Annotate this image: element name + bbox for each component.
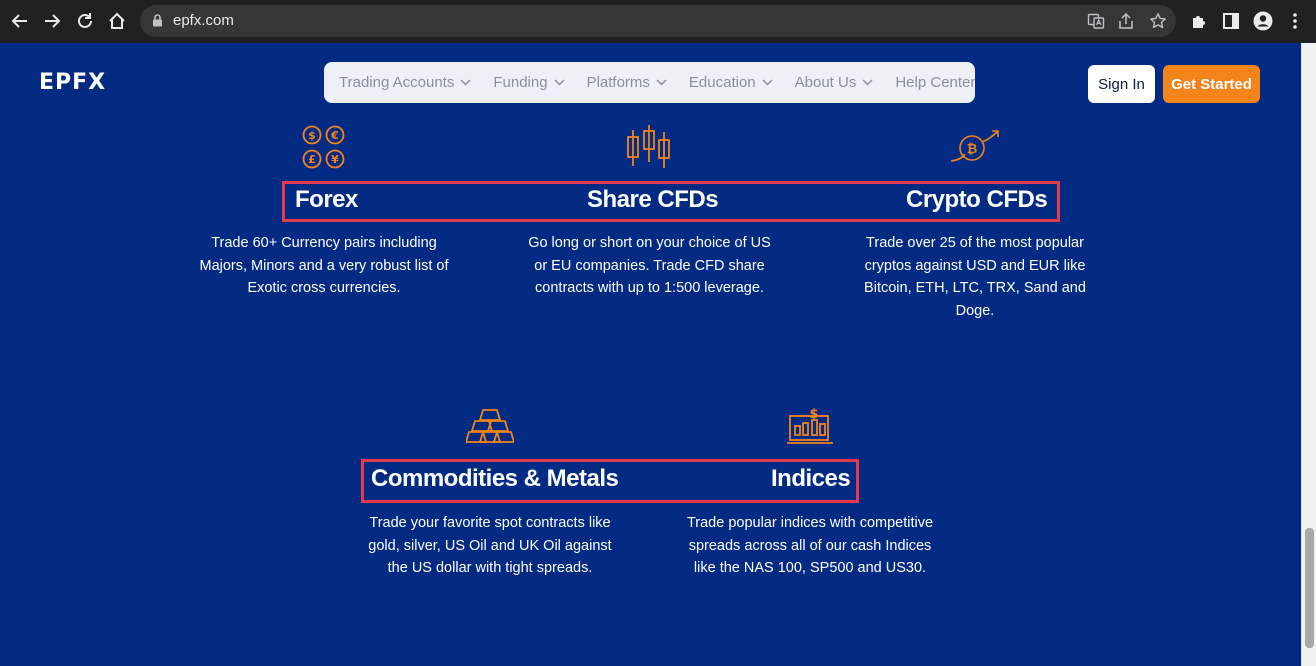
chevron-down-icon [460, 79, 471, 86]
lock-icon [152, 14, 163, 32]
product-description-share-cfds: Go long or short on your choice of US or… [528, 235, 771, 296]
menu-kebab-icon[interactable] [1284, 10, 1306, 32]
extensions-icon[interactable] [1188, 10, 1210, 32]
svg-text:$: $ [308, 129, 316, 142]
svg-text:¥: ¥ [331, 153, 339, 166]
gold-bars-icon [466, 409, 514, 443]
address-bar[interactable]: epfx.com [140, 5, 1176, 37]
product-description-commodities-metals: Trade your favorite spot contracts like … [368, 515, 612, 576]
nav-label: Funding [493, 74, 548, 91]
nav-platforms[interactable]: Platforms [587, 74, 667, 91]
highlight-box [361, 459, 859, 503]
product-description-indices: Trade popular indices with competitive s… [686, 515, 934, 576]
nav-help-center[interactable]: Help Center [895, 74, 975, 91]
profile-icon[interactable] [1252, 10, 1274, 32]
epfx-logo[interactable]: EPFX [39, 70, 106, 95]
chevron-down-icon [762, 79, 773, 86]
svg-text:£: £ [308, 153, 316, 166]
page-scrollbar[interactable] [1301, 43, 1316, 666]
nav-label: Trading Accounts [339, 74, 455, 91]
product-description-crypto-cfds: Trade over 25 of the most popular crypto… [864, 235, 1086, 319]
svg-text:$: $ [809, 407, 818, 422]
browser-toolbar: epfx.com [0, 0, 1316, 43]
highlight-box [282, 181, 1060, 222]
chevron-down-icon [554, 79, 565, 86]
side-panel-icon[interactable] [1220, 10, 1242, 32]
svg-text:₿: ₿ [967, 142, 978, 157]
translate-icon[interactable] [1087, 12, 1105, 30]
nav-funding[interactable]: Funding [493, 74, 565, 91]
share-icon[interactable] [1117, 12, 1135, 30]
nav-label: Education [688, 74, 756, 91]
index-chart-icon: $ [787, 407, 833, 444]
bitcoin-growth-icon: ₿ [950, 130, 999, 162]
nav-label: About Us [794, 74, 857, 91]
chevron-down-icon [656, 79, 667, 86]
back-icon[interactable] [9, 10, 31, 32]
scrollbar-thumb[interactable] [1305, 528, 1314, 648]
main-navigation: Trading Accounts Funding Platforms Educa… [324, 62, 975, 103]
nav-about-us[interactable]: About Us [795, 74, 874, 91]
nav-label: Platforms [586, 74, 650, 91]
sign-in-button[interactable]: Sign In [1088, 65, 1155, 103]
nav-trading-accounts[interactable]: Trading Accounts [339, 74, 471, 91]
product-description-forex: Trade 60+ Currency pairs including Major… [199, 235, 449, 296]
reload-icon[interactable] [74, 10, 96, 32]
bookmark-star-icon[interactable] [1149, 12, 1167, 30]
currency-exchange-icon: $ € £ ¥ [302, 125, 345, 169]
chevron-down-icon [862, 79, 873, 86]
svg-text:€: € [330, 129, 339, 142]
url-text: epfx.com [173, 12, 234, 29]
home-icon[interactable] [106, 10, 128, 32]
nav-education[interactable]: Education [689, 74, 773, 91]
forward-icon[interactable] [41, 10, 63, 32]
candlestick-chart-icon [627, 125, 670, 168]
nav-label: Help Center [895, 74, 976, 91]
get-started-button[interactable]: Get Started [1163, 65, 1260, 103]
